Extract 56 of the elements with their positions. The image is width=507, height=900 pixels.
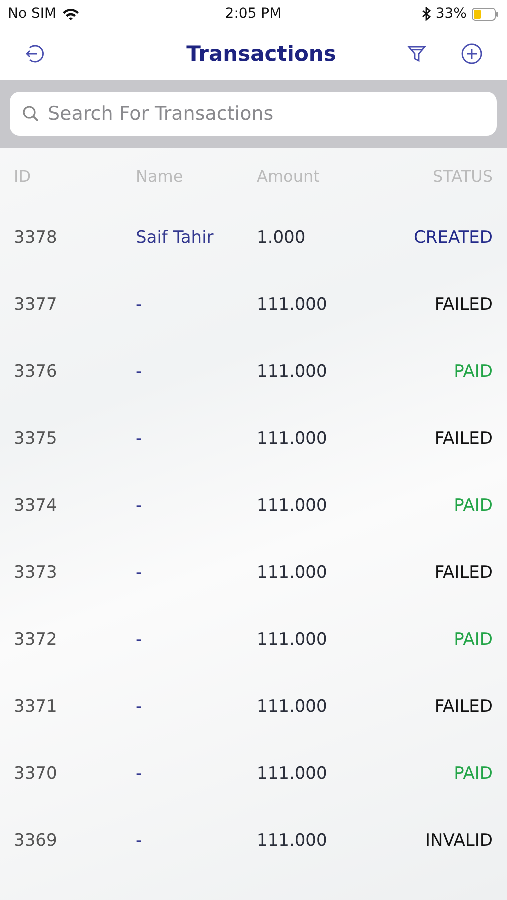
amount-cell-text: 111.000	[257, 294, 328, 314]
id-cell-text: 3378	[14, 228, 58, 248]
id-cell-text: 3370	[14, 764, 58, 784]
amount-cell-text: 111.000	[257, 630, 328, 650]
name-cell-text: -	[136, 428, 144, 448]
status-label: PAID	[453, 630, 493, 650]
column-header: ID	[14, 166, 32, 186]
status-label: PAID	[453, 362, 493, 382]
status-label: FAILED	[434, 294, 493, 314]
amount-cell-text: 111.000	[257, 362, 328, 382]
filter-icon[interactable]	[406, 44, 427, 64]
name-cell-text: -	[136, 764, 144, 784]
battery-text: 33%	[436, 6, 467, 22]
carrier-text: No SIM	[8, 6, 57, 22]
id-cell-text: 3375	[14, 428, 58, 448]
screen-title: Transactions	[186, 42, 336, 66]
name-cell-text: -	[136, 830, 144, 850]
status-label: FAILED	[434, 428, 493, 448]
id-cell-text: 3376	[14, 362, 58, 382]
status-label: FAILED	[434, 562, 493, 582]
name-cell-text: -	[136, 562, 144, 582]
name-cell-text: -	[136, 630, 144, 650]
name-cell-text: Saif Tahir	[136, 228, 215, 248]
column-header: STATUS	[432, 166, 493, 186]
amount-cell-text: 111.000	[257, 428, 328, 448]
name-cell-text: -	[136, 362, 144, 382]
status-label: PAID	[453, 764, 493, 784]
status-label: INVALID	[424, 830, 493, 850]
search-field[interactable]: Search For Transactions	[10, 92, 497, 136]
clock-text: 2:05 PM	[225, 6, 282, 22]
column-header: Amount	[257, 166, 321, 186]
name-cell-text: -	[136, 294, 144, 314]
id-cell-text: 3371	[14, 696, 58, 716]
amount-cell-text: 111.000	[257, 496, 328, 516]
add-icon[interactable]	[460, 43, 483, 65]
logout-icon[interactable]	[24, 43, 46, 65]
amount-cell-text: 111.000	[257, 764, 328, 784]
wifi-icon	[62, 8, 80, 20]
status-label: FAILED	[434, 696, 493, 716]
amount-cell-text: 111.000	[257, 562, 328, 582]
amount-cell-text: 111.000	[257, 830, 328, 850]
id-cell-text: 3369	[14, 830, 58, 850]
amount-cell-text: 1.000	[257, 228, 307, 248]
search-icon	[22, 105, 40, 123]
id-cell-text: 3374	[14, 496, 58, 516]
id-cell-text: 3377	[14, 294, 58, 314]
name-cell-text: -	[136, 696, 144, 716]
bluetooth-icon	[422, 7, 431, 21]
battery-icon	[472, 8, 499, 20]
status-label: PAID	[453, 496, 493, 516]
id-cell-text: 3372	[14, 630, 58, 650]
status-label: CREATED	[413, 228, 493, 248]
amount-cell-text: 111.000	[257, 696, 328, 716]
name-cell-text: -	[136, 496, 144, 516]
column-header: Name	[136, 166, 184, 186]
id-cell-text: 3373	[14, 562, 58, 582]
